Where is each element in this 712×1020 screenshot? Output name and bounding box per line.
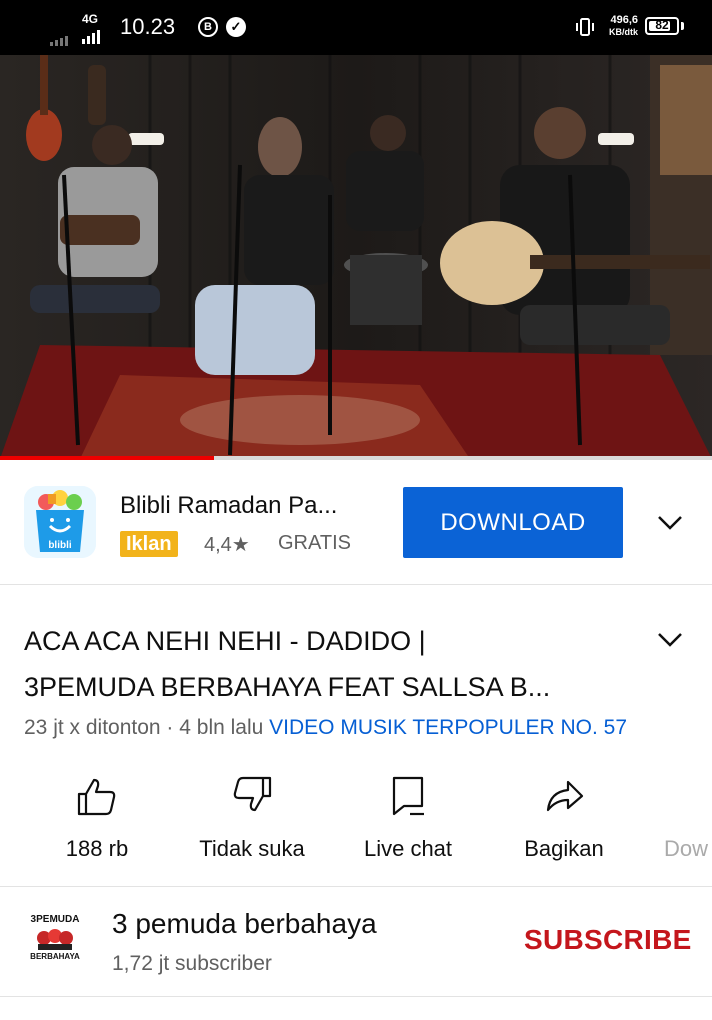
- video-title-line-1: ACA ACA NEHI NEHI - DADIDO |: [24, 626, 426, 656]
- ad-title[interactable]: Blibli Ramadan Pa...: [120, 492, 380, 520]
- chat-icon: [392, 776, 424, 816]
- ad-app-icon[interactable]: blibli: [24, 486, 96, 558]
- like-button[interactable]: 188 rb: [42, 774, 152, 862]
- download-label: Dow: [664, 836, 709, 861]
- live-chat-button[interactable]: Live chat: [353, 774, 463, 862]
- share-label: Bagikan: [524, 836, 604, 861]
- video-player[interactable]: [0, 55, 712, 459]
- battery-icon: 82: [645, 17, 679, 35]
- divider: [0, 584, 712, 585]
- thumbs-down-icon: [233, 776, 272, 812]
- dislike-button[interactable]: Tidak suka: [197, 774, 307, 862]
- battery-level: 82: [655, 18, 669, 32]
- ad-expand-chevron-icon[interactable]: [655, 508, 685, 538]
- vibrate-icon: [576, 18, 594, 36]
- trending-link[interactable]: VIDEO MUSIK TERPOPULER NO. 57: [269, 716, 627, 739]
- signal-strength-icon: [82, 26, 102, 44]
- subscribe-button[interactable]: SUBSCRIBE: [524, 924, 692, 956]
- description-expand-chevron-icon[interactable]: [655, 625, 685, 655]
- ad-badge: Iklan: [120, 531, 178, 557]
- download-button[interactable]: Dow: [664, 774, 712, 862]
- share-button[interactable]: Bagikan: [509, 774, 619, 862]
- thumbs-up-icon: [77, 778, 116, 816]
- channel-logo-text-top: 3PEMUDA: [30, 914, 80, 925]
- divider: [0, 886, 712, 887]
- video-meta: 23 jt x ditonton · 4 bln lalu VIDEO MUSI…: [24, 716, 627, 740]
- video-title[interactable]: ACA ACA NEHI NEHI - DADIDO | 3PEMUDA BER…: [24, 618, 644, 710]
- view-count: 23 jt x ditonton · 4 bln lalu: [24, 716, 264, 739]
- like-count: 188 rb: [65, 836, 129, 861]
- channel-logo-text-bottom: BERBAHAYA: [30, 952, 80, 961]
- dislike-label: Tidak suka: [199, 836, 305, 861]
- status-bar: 4G 10.23 B ✓ 496,6 KB/dtk 82: [0, 0, 712, 55]
- ad-download-button[interactable]: DOWNLOAD: [403, 487, 623, 558]
- live-chat-label: Live chat: [363, 836, 453, 861]
- ad-app-icon-text: blibli: [48, 540, 72, 551]
- b-notification-icon: B: [198, 17, 218, 37]
- divider: [0, 996, 712, 997]
- ad-price: GRATIS: [278, 532, 351, 554]
- network-type: 4G: [82, 12, 99, 26]
- check-circle-icon: ✓: [226, 17, 246, 37]
- video-title-line-2: 3PEMUDA BERBAHAYA FEAT SALLSA B...: [24, 672, 551, 702]
- subscriber-count: 1,72 jt subscriber: [112, 952, 272, 975]
- video-frame: [0, 55, 712, 459]
- network-speed: 496,6 KB/dtk: [609, 14, 638, 37]
- battery-tip: [681, 22, 684, 30]
- share-icon: [546, 780, 584, 812]
- channel-avatar[interactable]: 3PEMUDA BERBAHAYA: [26, 914, 84, 964]
- ad-rating: 4,4★: [204, 534, 250, 556]
- signal-icon: [50, 28, 70, 46]
- channel-name[interactable]: 3 pemuda berbahaya: [112, 908, 377, 940]
- clock: 10.23: [120, 14, 176, 39]
